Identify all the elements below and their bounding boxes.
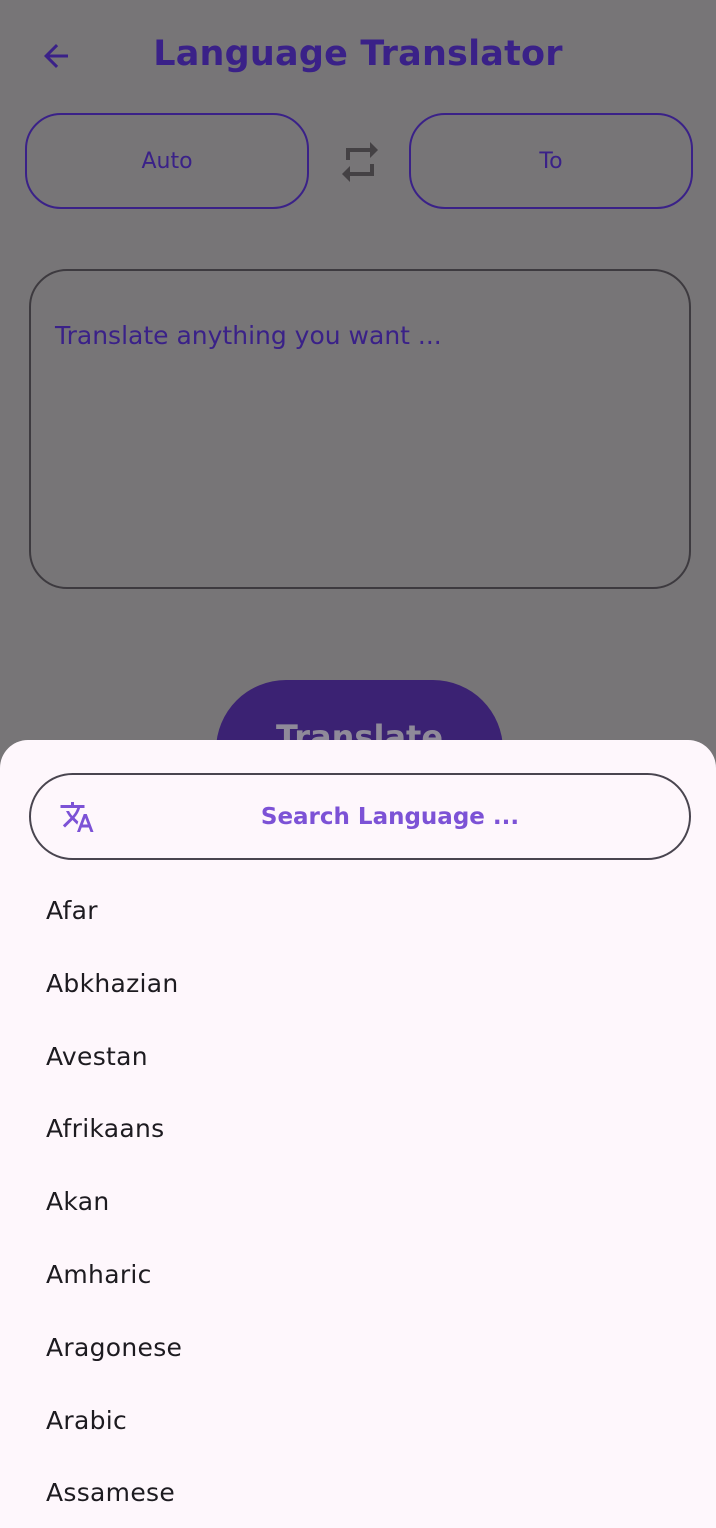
language-item-akan[interactable]: Akan (0, 1167, 716, 1240)
language-item-afar[interactable]: Afar (0, 876, 716, 949)
language-search-input[interactable]: Search Language ... (29, 773, 691, 860)
source-language-button[interactable]: Auto (25, 113, 309, 209)
target-language-button[interactable]: To (409, 113, 693, 209)
language-item-amharic[interactable]: Amharic (0, 1240, 716, 1313)
app-bar: Language Translator (0, 0, 716, 112)
language-search-placeholder: Search Language ... (260, 803, 520, 830)
swap-languages-button[interactable] (332, 134, 388, 190)
language-list: Afar Abkhazian Avestan Afrikaans Akan Am… (0, 876, 716, 1528)
page-title: Language Translator (153, 34, 563, 74)
language-item-avestan[interactable]: Avestan (0, 1022, 716, 1095)
translation-input[interactable]: Translate anything you want ... (29, 269, 691, 589)
language-item-assamese[interactable]: Assamese (0, 1458, 716, 1528)
translate-icon (60, 802, 94, 832)
language-item-arabic[interactable]: Arabic (0, 1386, 716, 1459)
translation-input-placeholder: Translate anything you want ... (55, 321, 442, 350)
language-item-aragonese[interactable]: Aragonese (0, 1313, 716, 1386)
language-picker-sheet: Search Language ... Afar Abkhazian Avest… (0, 740, 716, 1528)
swap-arrows-icon (342, 142, 378, 182)
language-item-abkhazian[interactable]: Abkhazian (0, 949, 716, 1022)
target-language-label: To (539, 148, 563, 174)
language-item-afrikaans[interactable]: Afrikaans (0, 1094, 716, 1167)
source-language-label: Auto (141, 148, 193, 174)
